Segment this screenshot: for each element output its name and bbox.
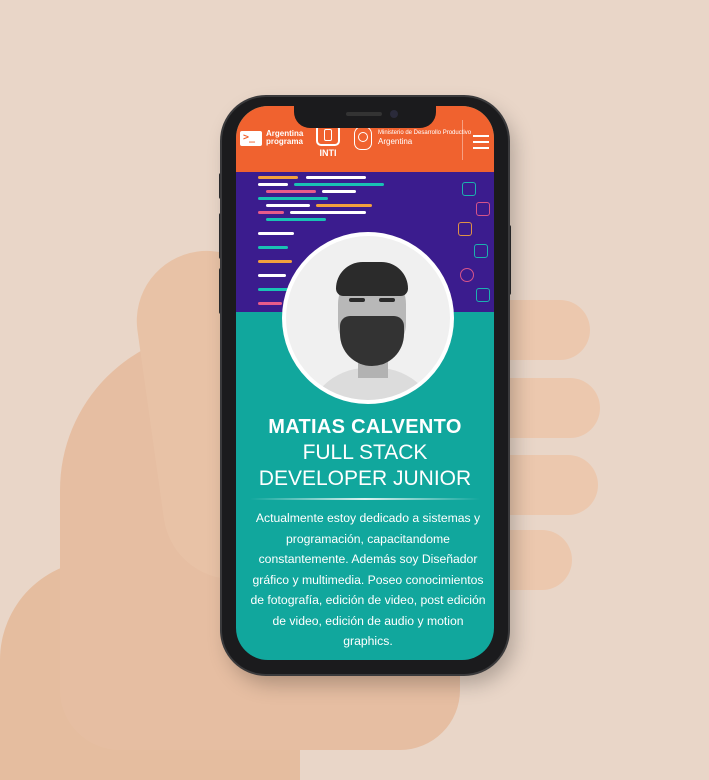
hamburger-menu-icon[interactable] [462,120,494,160]
inti-logo[interactable]: INTI [316,124,340,158]
laptop-icon [474,244,488,258]
argentina-programa-label: Argentina programa [266,129,304,146]
ministry-country: Argentina [378,137,413,146]
profile-role-line1: FULL STACK [302,441,428,464]
profile-bio: Actualmente estoy dedicado a sistemas y … [250,511,486,648]
avatar [282,232,454,404]
gear-icon [460,268,474,282]
avatar-photo [286,236,450,400]
argentina-crest-icon [354,126,372,150]
profile-role-line2: DEVELOPER JUNIOR [258,467,472,490]
ministry-logo[interactable]: Ministerio de Desarrollo Productivo Arge… [354,126,471,150]
profile-name: MATIAS CALVENTO [268,416,462,438]
ministry-label: Ministerio de Desarrollo Productivo Arge… [378,130,471,146]
computer-icon [462,182,476,196]
monitor-icon [476,288,490,302]
code-icon [458,222,472,236]
inti-label: INTI [319,148,337,158]
speaker-grille [346,112,382,116]
terminal-logo-icon: >_ [240,130,262,146]
ministry-line: Ministerio de Desarrollo Productivo [378,130,472,136]
phone-notch [294,106,436,128]
phone-screen: >_ Argentina programa INTI Ministerio de… [236,106,494,660]
profile-role: FULL STACK DEVELOPER JUNIOR [236,440,494,492]
argentina-programa-logo[interactable]: >_ Argentina programa [240,130,316,146]
front-camera-icon [390,110,398,118]
chip-icon [476,202,490,216]
divider [250,498,480,500]
